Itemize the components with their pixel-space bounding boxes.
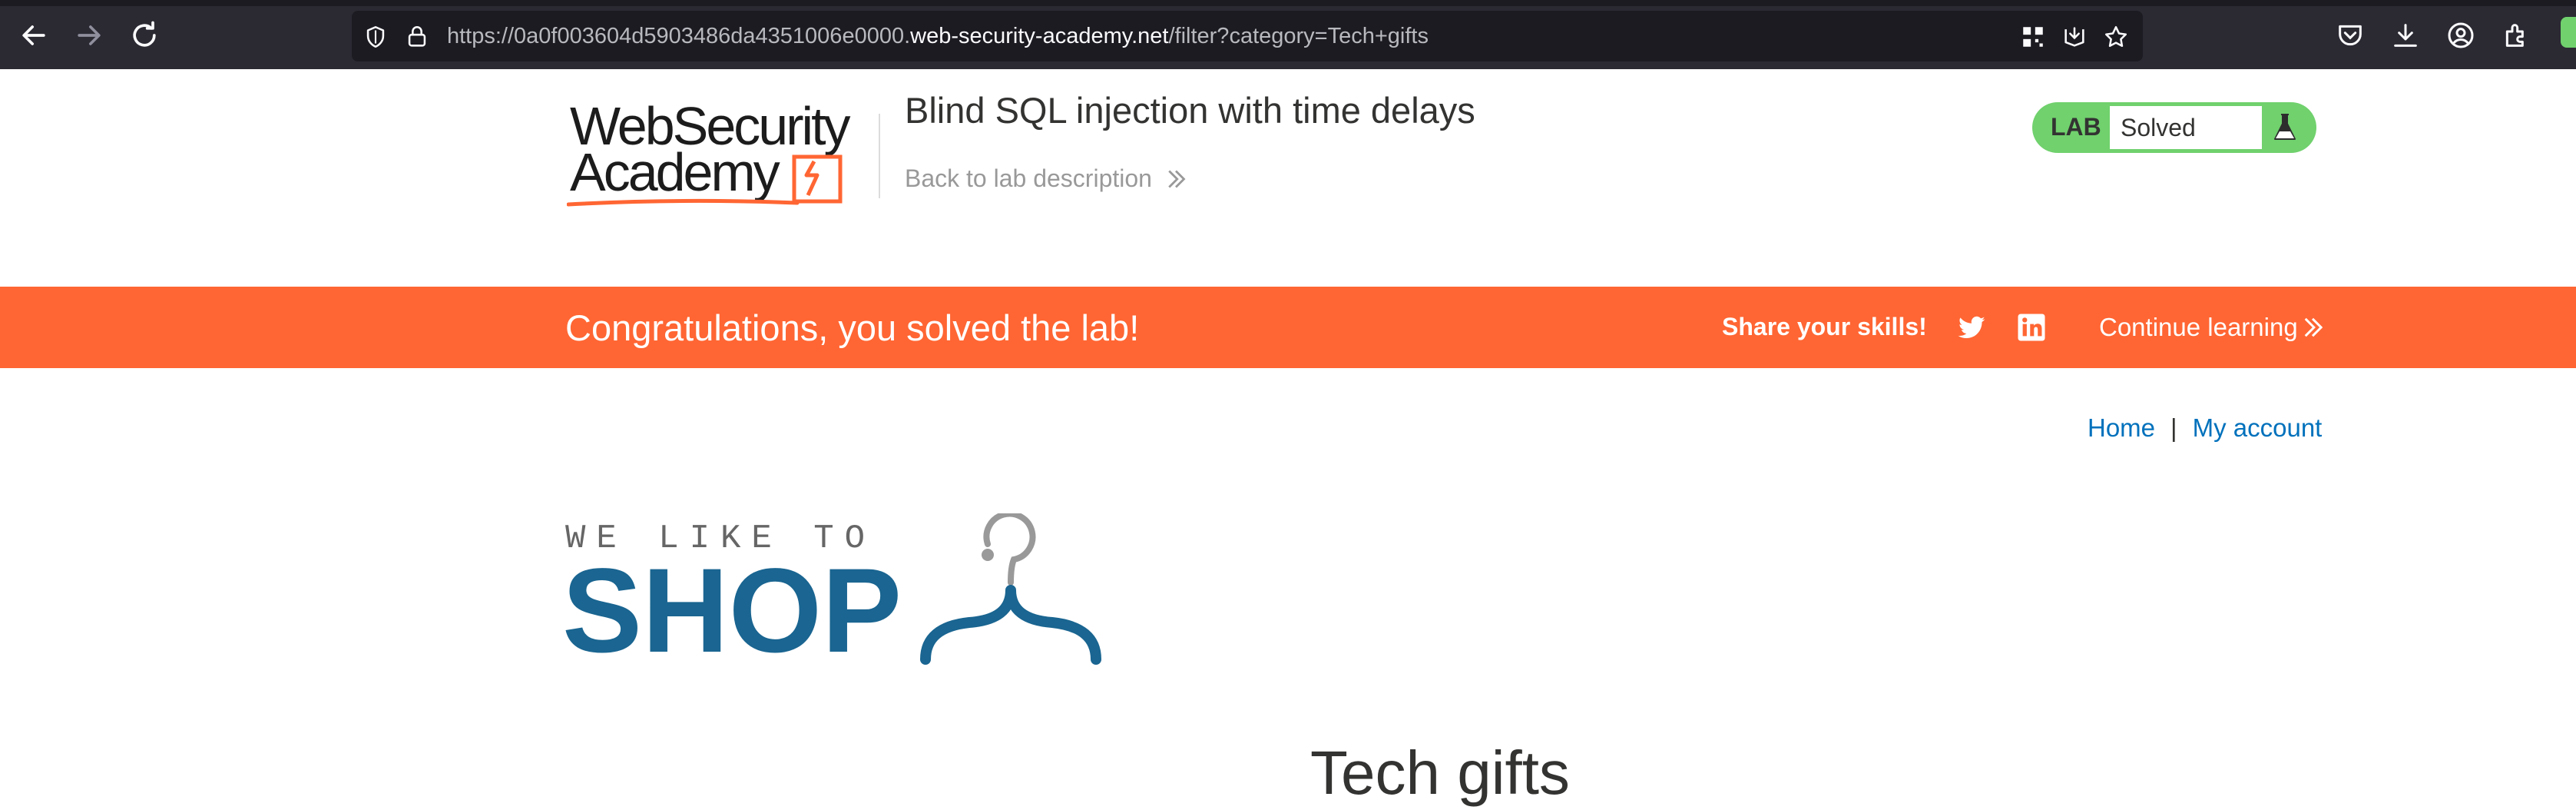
twitter-icon	[1958, 316, 1985, 339]
we-like-to-shop-logo[interactable]: WE LIKE TO SHOP	[562, 513, 1115, 667]
home-link[interactable]: Home	[2088, 413, 2155, 442]
double-chevron-right-icon	[2304, 317, 2323, 337]
category-heading: Tech gifts	[1310, 739, 1570, 807]
hanger-icon	[920, 513, 1101, 665]
linkedin-icon	[2018, 314, 2045, 341]
linkedin-share-button[interactable]	[2015, 311, 2048, 344]
account-nav: Home | My account	[2088, 413, 2322, 443]
account-button[interactable]	[2445, 20, 2476, 51]
lab-badge-label: LAB	[2051, 113, 2101, 141]
reload-icon	[133, 21, 156, 47]
flask-icon	[2274, 114, 2296, 140]
pocket-icon	[2339, 25, 2362, 46]
download-icon	[2394, 24, 2417, 47]
account-icon	[2448, 22, 2474, 48]
qr-code-icon[interactable]	[2020, 24, 2046, 50]
back-button[interactable]	[17, 18, 51, 52]
url-prefix: https://0a0f003604d5903486da4351006e0000…	[447, 24, 911, 48]
congratulations-banner: Congratulations, you solved the lab! Sha…	[0, 287, 2576, 368]
shield-icon[interactable]	[363, 24, 389, 50]
forward-arrow-icon	[78, 25, 101, 45]
twitter-share-button[interactable]	[1955, 311, 1988, 344]
reader-view-icon[interactable]	[2061, 24, 2088, 50]
extensions-icon	[2505, 24, 2524, 47]
downloads-button[interactable]	[2390, 20, 2421, 51]
continue-learning-label: Continue learning	[2099, 313, 2298, 341]
back-to-lab-description-link[interactable]: Back to lab description	[905, 164, 1186, 193]
browser-toolbar: https://0a0f003604d5903486da4351006e0000…	[0, 0, 2576, 69]
extension-badge[interactable]	[2561, 17, 2576, 48]
reload-button[interactable]	[127, 18, 161, 52]
double-chevron-right-icon	[1168, 170, 1186, 188]
continue-learning-link[interactable]: Continue learning	[2099, 313, 2323, 342]
pocket-button[interactable]	[2335, 20, 2366, 51]
share-skills-label: Share your skills!	[1722, 313, 1927, 340]
my-account-link[interactable]: My account	[2193, 413, 2323, 442]
lab-status-badge: LAB Solved	[2032, 102, 2316, 153]
header-divider	[879, 114, 880, 198]
nav-separator: |	[2170, 413, 2177, 442]
address-bar[interactable]: https://0a0f003604d5903486da4351006e0000…	[352, 11, 2143, 61]
back-link-label: Back to lab description	[905, 164, 1152, 192]
tab-strip-edge	[0, 0, 2576, 6]
web-security-academy-logo[interactable]: WebSecurity Academy	[567, 97, 874, 212]
congratulations-message: Congratulations, you solved the lab!	[565, 307, 1140, 348]
forward-button[interactable]	[72, 18, 106, 52]
url-text[interactable]: https://0a0f003604d5903486da4351006e0000…	[447, 23, 1429, 49]
shop-name: SHOP	[562, 544, 902, 667]
lab-status-text: Solved	[2110, 106, 2262, 149]
url-path: /filter?category=Tech+gifts	[1168, 24, 1429, 48]
extensions-button[interactable]	[2501, 20, 2531, 51]
lab-title: Blind SQL injection with time delays	[905, 90, 1475, 131]
back-arrow-icon	[22, 25, 45, 45]
url-host: web-security-academy.net	[910, 24, 1169, 48]
logo-line2: Academy	[570, 142, 780, 202]
star-icon[interactable]	[2103, 24, 2129, 50]
lock-icon[interactable]	[404, 24, 430, 50]
